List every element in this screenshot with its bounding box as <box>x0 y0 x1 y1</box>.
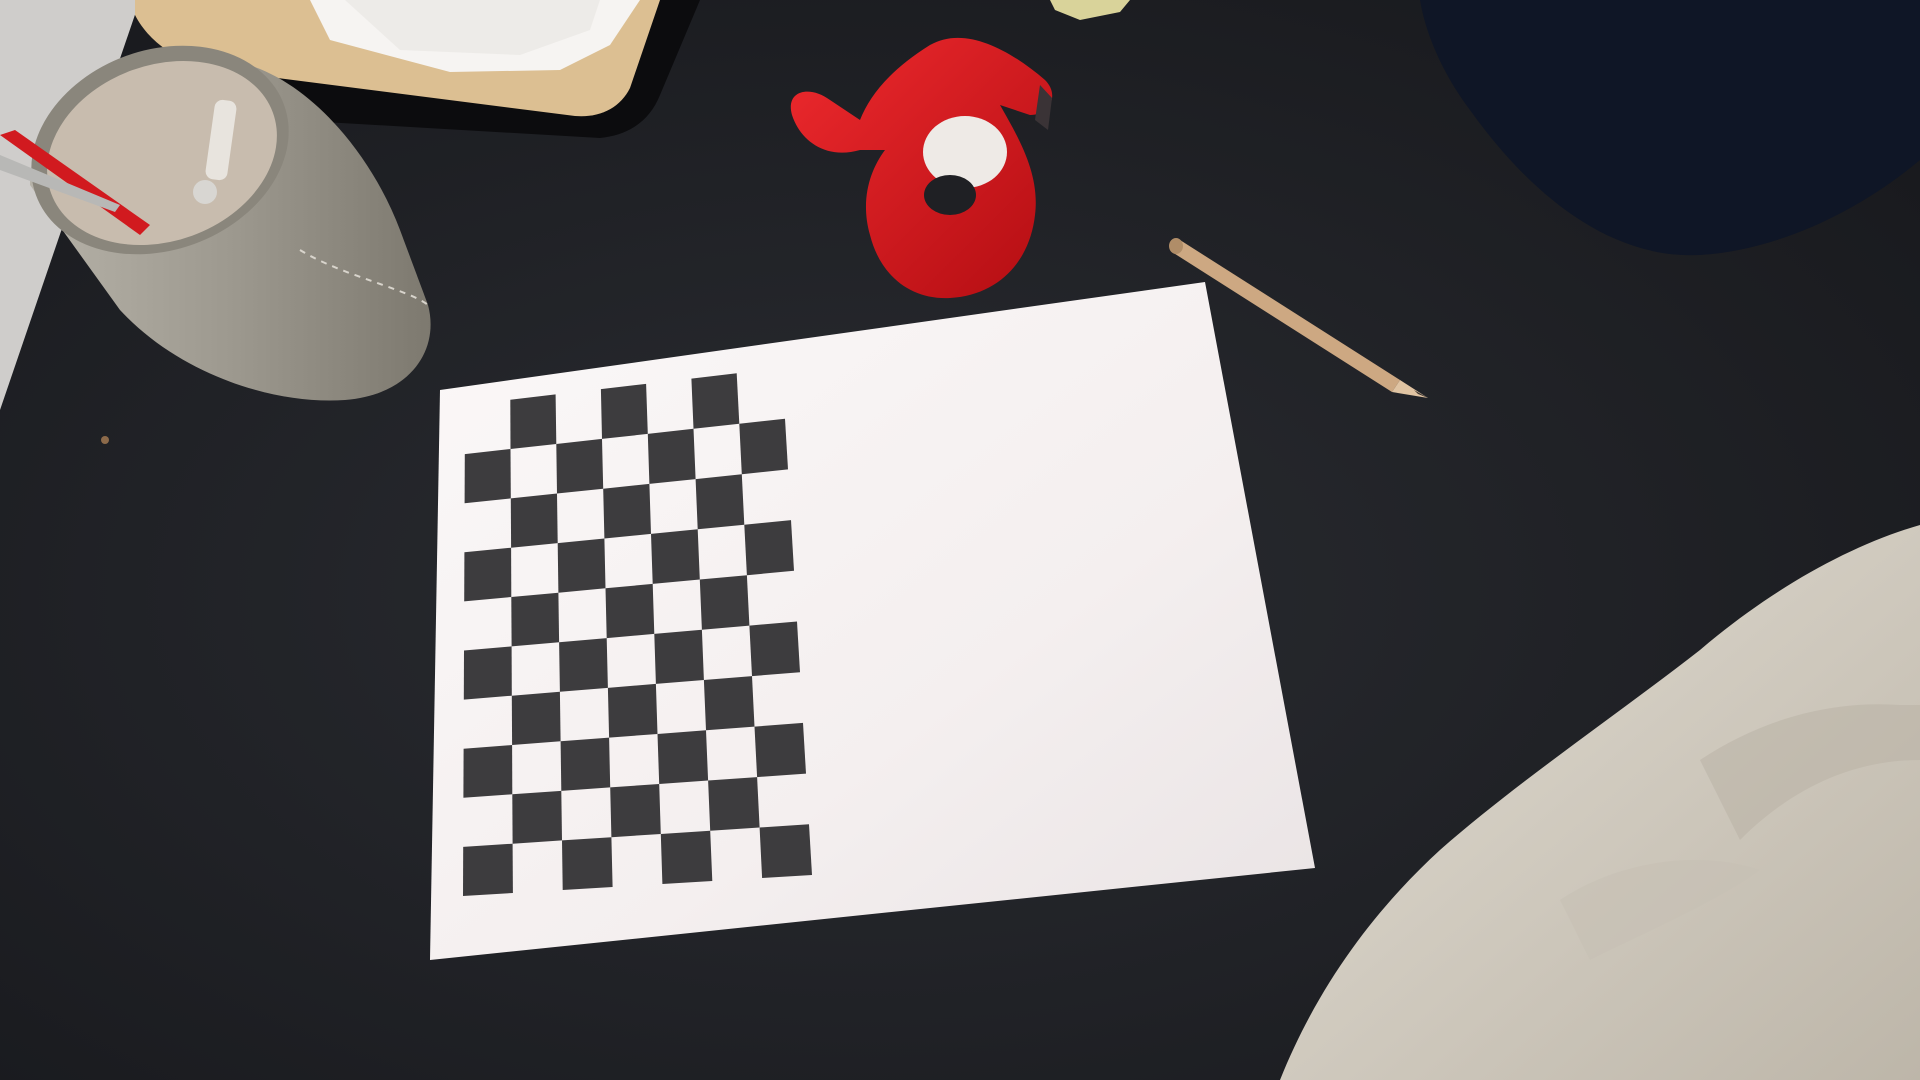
checker-square-dark <box>647 428 696 484</box>
checker-square-dark <box>660 830 713 884</box>
checker-square-dark <box>610 784 661 838</box>
checker-square-dark <box>559 638 608 692</box>
checker-square-dark <box>510 493 558 548</box>
checker-square-dark <box>557 538 606 593</box>
checker-square-dark <box>562 837 613 890</box>
checker-square-dark <box>657 730 709 784</box>
checker-square-dark <box>463 745 513 798</box>
checker-square-dark <box>651 529 700 584</box>
checker-square-dark <box>464 547 512 602</box>
checker-square-dark <box>654 629 704 684</box>
checker-square-dark <box>464 449 511 504</box>
checker-square-dark <box>739 418 788 475</box>
checker-square-dark <box>691 373 740 429</box>
checker-square-dark <box>699 575 750 630</box>
checker-square-dark <box>511 691 561 745</box>
checker-square-dark <box>607 683 658 738</box>
checker-square-dark <box>600 383 648 439</box>
checker-square-dark <box>511 592 560 647</box>
checker-square-dark <box>749 621 800 677</box>
checker-square-dark <box>512 790 562 844</box>
checker-square-dark <box>759 824 812 878</box>
checker-square-dark <box>744 520 794 576</box>
desk-scene-illustration <box>0 0 1920 1080</box>
checker-square-dark <box>695 474 745 530</box>
checker-square-dark <box>603 483 651 539</box>
checker-square-dark <box>754 722 806 778</box>
checker-square-dark <box>510 394 557 449</box>
checker-square-dark <box>703 676 755 731</box>
checker-square-dark <box>463 646 512 700</box>
checker-square-dark <box>560 737 611 791</box>
checker-square-dark <box>605 583 655 639</box>
checker-square-dark <box>708 777 760 831</box>
desk-photo <box>0 0 1920 1080</box>
crumb <box>101 436 109 444</box>
checker-square-dark <box>463 843 513 896</box>
checker-square-dark <box>556 438 604 494</box>
